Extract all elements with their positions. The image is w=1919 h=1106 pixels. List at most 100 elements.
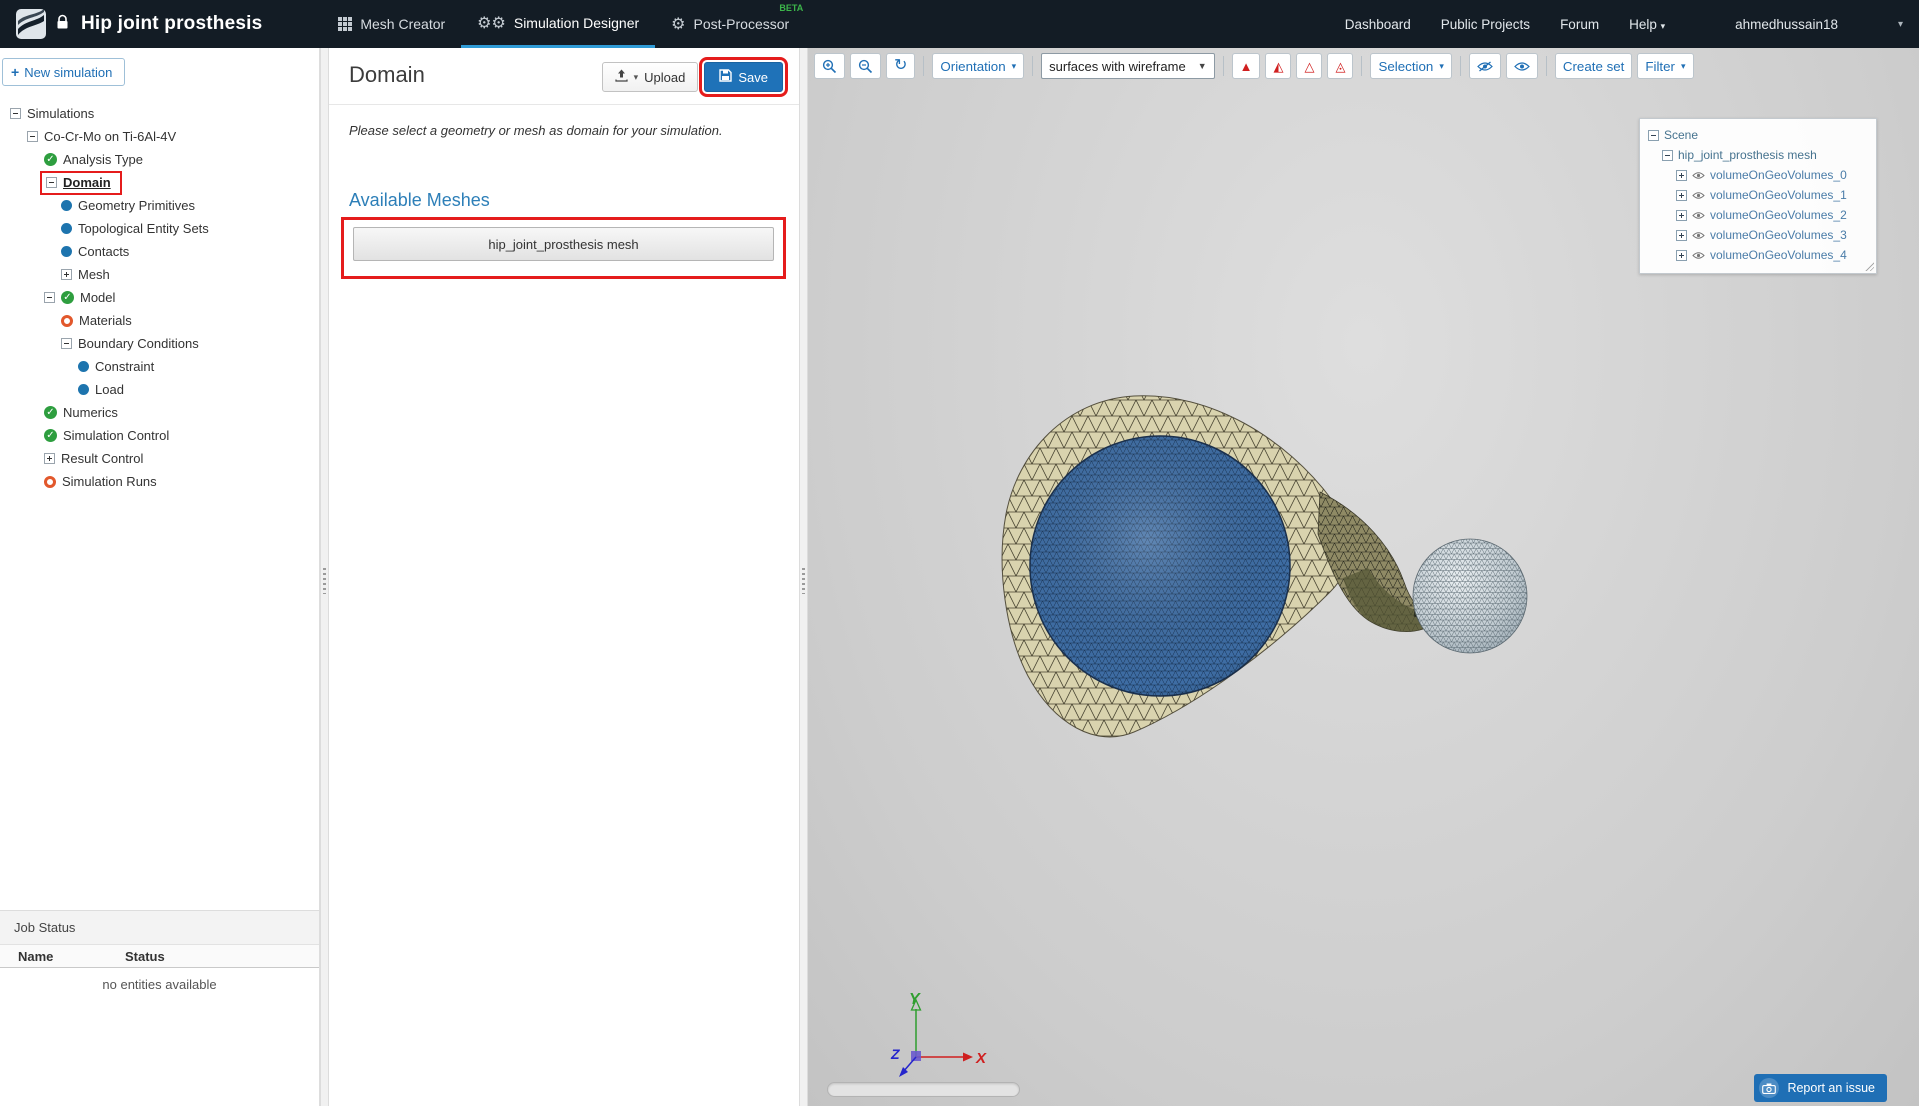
filter-dropdown[interactable]: Filter ▾: [1637, 53, 1694, 79]
collapse-icon[interactable]: [44, 292, 55, 303]
toolbar-separator: [1545, 56, 1547, 76]
mesh-quality-button-3[interactable]: △: [1296, 53, 1323, 79]
expand-icon[interactable]: [1676, 189, 1687, 201]
scene-volume-item[interactable]: volumeOnGeoVolumes_1: [1648, 185, 1868, 205]
reset-view-button[interactable]: ↻: [886, 53, 916, 79]
tree-item-materials[interactable]: Materials: [0, 309, 319, 332]
user-menu-caret-icon[interactable]: ▾: [1898, 19, 1903, 30]
nav-help-menu[interactable]: Help ▾: [1629, 17, 1665, 32]
disc-component: [1029, 435, 1291, 697]
user-menu[interactable]: ahmedhussain18: [1735, 17, 1838, 32]
visibility-eye-icon[interactable]: [1692, 231, 1705, 240]
viewer-3d[interactable]: ↻ Orientation ▾ surfaces with wireframe ▼ …: [808, 48, 1919, 1106]
tree-item-geometry-primitives[interactable]: Geometry Primitives: [0, 194, 319, 217]
tree-item-simulation-name[interactable]: Co-Cr-Mo on Ti-6Al-4V: [0, 125, 319, 148]
tree-item-mesh[interactable]: Mesh: [0, 263, 319, 286]
brand: Hip joint prosthesis: [16, 0, 262, 48]
tree-item-numerics[interactable]: Numerics: [0, 401, 319, 424]
tree-item-domain[interactable]: Domain: [0, 170, 319, 195]
create-set-button[interactable]: Create set: [1554, 53, 1633, 79]
tree-item-analysis-type[interactable]: Analysis Type: [0, 148, 319, 171]
beta-badge: BETA: [779, 3, 804, 13]
tree-item-boundary-conditions[interactable]: Boundary Conditions: [0, 332, 319, 355]
report-issue-button[interactable]: Report an issue: [1754, 1074, 1887, 1102]
expand-icon[interactable]: [1676, 209, 1687, 221]
mesh-select-button[interactable]: hip_joint_prosthesis mesh: [353, 227, 774, 261]
orientation-dropdown[interactable]: Orientation ▾: [932, 53, 1025, 79]
scene-volume-item[interactable]: volumeOnGeoVolumes_2: [1648, 205, 1868, 225]
chevron-down-icon: ▾: [1011, 60, 1017, 71]
upload-button[interactable]: ▾ Upload: [601, 62, 699, 92]
collapse-icon[interactable]: [10, 108, 21, 119]
show-all-button[interactable]: [1505, 53, 1538, 79]
annotation-box: Domain: [40, 170, 122, 195]
panel-resizer-right[interactable]: [799, 48, 808, 1106]
simulation-tree-sidebar: + New simulation Simulations Co-Cr-Mo on …: [0, 48, 320, 1106]
collapse-icon[interactable]: [1662, 149, 1673, 161]
hide-selection-button[interactable]: [1468, 53, 1501, 79]
tab-simulation-designer[interactable]: ⚙⚙ Simulation Designer: [461, 0, 656, 48]
mesh-quality-button-2[interactable]: ◭: [1265, 53, 1292, 79]
head-component: [1412, 538, 1528, 654]
scene-volume-item[interactable]: volumeOnGeoVolumes_4: [1648, 245, 1868, 265]
collapse-icon[interactable]: [27, 131, 38, 142]
new-simulation-button[interactable]: + New simulation: [2, 58, 126, 86]
nav-public-projects[interactable]: Public Projects: [1441, 17, 1530, 32]
simulation-tree: Simulations Co-Cr-Mo on Ti-6Al-4V Analys…: [0, 102, 319, 493]
tree-item-simulation-runs[interactable]: Simulation Runs: [0, 470, 319, 493]
tree-item-load[interactable]: Load: [0, 378, 319, 401]
zoom-in-button[interactable]: [814, 53, 845, 79]
mesh-quality-button-1[interactable]: ▲: [1231, 53, 1261, 79]
app-logo-icon[interactable]: [16, 9, 46, 39]
selection-dropdown[interactable]: Selection ▾: [1370, 53, 1452, 79]
tab-mesh-creator[interactable]: Mesh Creator: [322, 0, 461, 48]
mesh-quality-button-4[interactable]: ◬: [1327, 53, 1354, 79]
expand-icon[interactable]: [1676, 249, 1687, 261]
tree-item-model[interactable]: Model: [0, 286, 319, 309]
grid-icon: [338, 17, 353, 31]
expand-icon[interactable]: [61, 269, 72, 280]
expand-icon[interactable]: [1676, 229, 1687, 241]
collapse-icon[interactable]: [46, 176, 57, 188]
visibility-eye-icon[interactable]: [1692, 191, 1705, 200]
collapse-icon[interactable]: [1648, 129, 1659, 141]
axis-x-label: X: [975, 1050, 987, 1067]
tree-item-simulation-control[interactable]: Simulation Control: [0, 424, 319, 447]
job-status-empty-text: no entities available: [102, 977, 217, 992]
triangle-icon: ▲: [1239, 58, 1253, 74]
resizer-grip-icon: [323, 568, 326, 594]
zoom-fit-button[interactable]: [850, 53, 881, 79]
gears-icon: ⚙⚙: [477, 14, 506, 32]
expand-icon[interactable]: [1676, 169, 1687, 181]
tree-item-topological-entity-sets[interactable]: Topological Entity Sets: [0, 217, 319, 240]
annotation-box: hip_joint_prosthesis mesh: [341, 217, 786, 279]
save-button[interactable]: Save: [699, 57, 788, 97]
tree-item-result-control[interactable]: Result Control: [0, 447, 319, 470]
panel-resizer-left[interactable]: [320, 48, 329, 1106]
scene-volume-item[interactable]: volumeOnGeoVolumes_0: [1648, 165, 1868, 185]
status-item-icon: [78, 384, 89, 395]
collapse-icon[interactable]: [61, 338, 72, 349]
viewer-progress-bar: [827, 1082, 1020, 1097]
tree-item-constraint[interactable]: Constraint: [0, 355, 319, 378]
tree-item-simulations[interactable]: Simulations: [0, 102, 319, 125]
visibility-eye-icon[interactable]: [1692, 171, 1705, 180]
nav-forum[interactable]: Forum: [1560, 17, 1599, 32]
scene-volume-item[interactable]: volumeOnGeoVolumes_3: [1648, 225, 1868, 245]
expand-icon[interactable]: [44, 453, 55, 464]
top-nav: Dashboard Public Projects Forum Help ▾ a…: [1345, 0, 1903, 48]
visibility-eye-icon[interactable]: [1692, 251, 1705, 260]
tree-item-contacts[interactable]: Contacts: [0, 240, 319, 263]
status-item-icon: [61, 200, 72, 211]
render-mode-select[interactable]: surfaces with wireframe ▼: [1041, 53, 1215, 79]
scene-root-item[interactable]: Scene: [1648, 125, 1868, 145]
camera-icon: [1759, 1078, 1780, 1098]
project-title: Hip joint prosthesis: [81, 13, 263, 34]
nav-dashboard[interactable]: Dashboard: [1345, 17, 1411, 32]
visibility-eye-icon[interactable]: [1692, 211, 1705, 220]
tab-post-processor[interactable]: ⚙ Post-Processor BETA: [655, 0, 805, 48]
chevron-down-icon: ▾: [1439, 60, 1444, 71]
status-complete-icon: [61, 291, 74, 304]
scene-mesh-item[interactable]: hip_joint_prosthesis mesh: [1648, 145, 1868, 165]
gear-icon: ⚙: [671, 16, 686, 33]
